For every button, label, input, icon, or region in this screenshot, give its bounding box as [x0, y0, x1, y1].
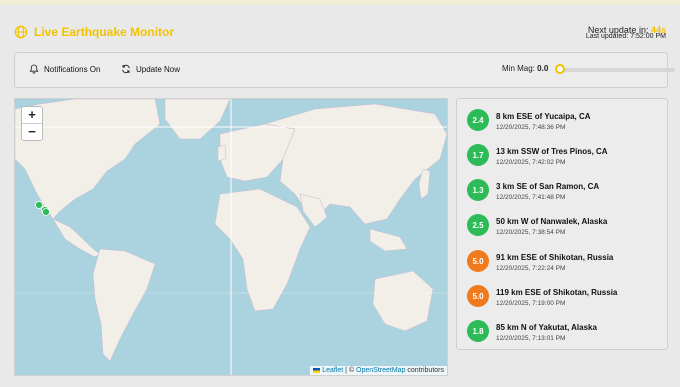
min-mag-value: 0.0	[537, 64, 549, 73]
attribution-separator: | ©	[343, 367, 357, 374]
magnitude-badge: 5.0	[467, 285, 489, 307]
map-attribution: Leaflet | © OpenStreetMap contributors	[310, 366, 447, 375]
leaflet-link[interactable]: Leaflet	[322, 367, 343, 374]
quake-time: 12/20/2025, 7:41:48 PM	[496, 194, 566, 201]
magnitude-badge: 1.3	[467, 179, 489, 201]
quake-location: 85 km N of Yakutat, Alaska	[496, 323, 597, 332]
quake-marker[interactable]	[42, 208, 50, 216]
quake-time: 12/20/2025, 7:13:01 PM	[496, 335, 566, 342]
zoom-out-button[interactable]: −	[22, 123, 42, 140]
magnitude-badge: 2.5	[467, 214, 489, 236]
app-title: Live Earthquake Monitor	[34, 25, 175, 39]
controls-bar: Notifications On Update Now Min Mag: 0.0	[14, 52, 675, 88]
quake-time: 12/20/2025, 7:19:00 PM	[496, 300, 566, 307]
osm-link[interactable]: OpenStreetMap	[356, 367, 405, 374]
attribution-tail: contributors	[405, 367, 444, 374]
list-item[interactable]: 1.3 3 km SE of San Ramon, CA 12/20/2025,…	[467, 177, 662, 207]
quake-location: 3 km SE of San Ramon, CA	[496, 182, 600, 191]
refresh-icon	[122, 64, 130, 74]
update-now-label: Update Now	[136, 64, 181, 74]
app-title-group: Live Earthquake Monitor	[14, 25, 174, 39]
min-magnitude-label: Min Mag: 0.0	[502, 64, 548, 73]
slider-track	[559, 68, 675, 72]
quake-time: 12/20/2025, 7:48:36 PM	[496, 124, 566, 131]
magnitude-badge: 1.8	[467, 320, 489, 342]
zoom-in-button[interactable]: +	[22, 107, 42, 123]
min-mag-text: Min Mag:	[502, 64, 535, 73]
quake-location: 13 km SSW of Tres Pinos, CA	[496, 147, 608, 156]
zoom-control: + −	[21, 106, 43, 141]
list-item[interactable]: 1.7 13 km SSW of Tres Pinos, CA 12/20/20…	[467, 142, 662, 172]
list-item[interactable]: 2.4 8 km ESE of Yucaipa, CA 12/20/2025, …	[467, 107, 662, 137]
quake-location: 8 km ESE of Yucaipa, CA	[496, 112, 591, 121]
map-tiles	[15, 99, 447, 375]
quake-time: 12/20/2025, 7:38:54 PM	[496, 229, 566, 236]
quake-time: 12/20/2025, 7:42:02 PM	[496, 159, 566, 166]
list-item[interactable]: 5.0 119 km ESE of Shikotan, Russia 12/20…	[467, 283, 662, 313]
quake-location: 91 km ESE of Shikotan, Russia	[496, 253, 614, 262]
list-item[interactable]: 5.0 91 km ESE of Shikotan, Russia 12/20/…	[467, 248, 662, 278]
list-item[interactable]: 1.8 85 km N of Yakutat, Alaska 12/20/202…	[467, 318, 662, 348]
magnitude-badge: 1.7	[467, 144, 489, 166]
quake-marker[interactable]	[35, 201, 43, 209]
globe-icon	[14, 25, 28, 39]
magnitude-badge: 2.4	[467, 109, 489, 131]
quake-location: 50 km W of Nanwalek, Alaska	[496, 217, 608, 226]
header: Live Earthquake Monitor Next update in: …	[0, 5, 680, 47]
last-updated-text: Last updated: 7:52:00 PM	[585, 33, 666, 40]
bell-icon	[29, 64, 39, 74]
magnitude-badge: 5.0	[467, 250, 489, 272]
ukraine-flag-icon	[313, 367, 321, 373]
quake-time: 12/20/2025, 7:22:24 PM	[496, 265, 566, 272]
notifications-toggle-button[interactable]: Notifications On	[29, 64, 100, 74]
list-item[interactable]: 2.5 50 km W of Nanwalek, Alaska 12/20/20…	[467, 212, 662, 242]
slider-thumb[interactable]	[555, 64, 565, 74]
min-magnitude-slider[interactable]	[555, 64, 675, 76]
update-now-button[interactable]: Update Now	[121, 64, 180, 74]
earthquake-list: 2.4 8 km ESE of Yucaipa, CA 12/20/2025, …	[456, 98, 668, 350]
quake-location: 119 km ESE of Shikotan, Russia	[496, 288, 618, 297]
notifications-label: Notifications On	[44, 64, 101, 74]
world-map[interactable]: + − Leaflet | © OpenStreetMap contributo…	[14, 98, 448, 376]
